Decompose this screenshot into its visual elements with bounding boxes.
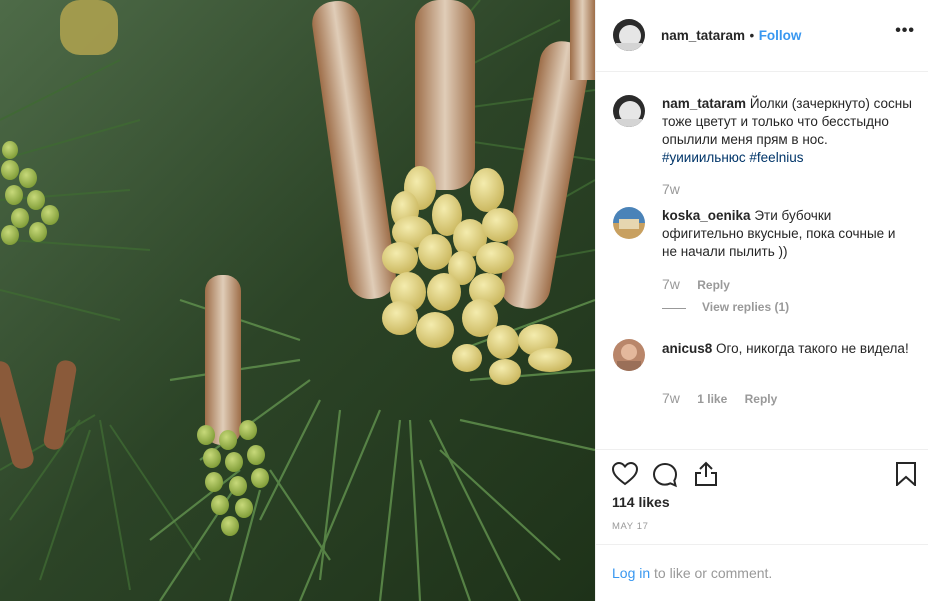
comment-likes-button[interactable]: 1 like [697, 392, 727, 406]
comment-meta: 7w 1 like Reply [662, 390, 791, 406]
more-options-icon[interactable]: ••• [895, 22, 915, 40]
comment-time[interactable]: 7w [662, 390, 680, 406]
post-header: nam_tataram • Follow ••• [596, 0, 928, 72]
likes-count[interactable]: 114 likes [612, 494, 670, 510]
comment-username[interactable]: anicus8 [662, 341, 712, 356]
avatar[interactable] [613, 19, 645, 51]
login-text: to like or comment. [654, 565, 773, 581]
avatar[interactable] [613, 207, 645, 239]
follow-button[interactable]: Follow [759, 28, 802, 43]
comment-hashtags[interactable]: #уиииильнюс #feelnius [662, 150, 803, 165]
view-replies: View replies (1) [702, 300, 803, 314]
post-date[interactable]: MAY 17 [612, 521, 649, 532]
avatar-image [613, 95, 645, 127]
comment-username[interactable]: koska_oenika [662, 208, 751, 223]
login-prompt: Log in to like or comment. [596, 544, 928, 602]
avatar-image [613, 19, 645, 51]
post-sidebar: nam_tataram • Follow ••• nam_tataram Йол… [595, 0, 928, 601]
heart-icon[interactable] [611, 461, 639, 491]
comment-body: anicus8 Ого, никогда такого не видела! [662, 340, 912, 358]
separator-dot: • [749, 28, 755, 43]
login-link[interactable]: Log in [612, 565, 650, 581]
avatar[interactable] [613, 339, 645, 371]
comment-icon[interactable] [652, 462, 678, 493]
comment-body: koska_oenika Эти бубочки офигительно вку… [662, 207, 912, 261]
comment-time[interactable]: 7w [662, 181, 680, 197]
pine-flower-image [0, 0, 595, 601]
share-icon[interactable] [694, 461, 718, 492]
reply-button[interactable]: Reply [697, 278, 730, 292]
comment-text: Ого, никогда такого не видела! [716, 341, 909, 356]
comment-body: nam_tataram Йолки (зачеркнуто) сосны тож… [662, 95, 912, 167]
post-author-username[interactable]: nam_tataram [661, 28, 745, 43]
bookmark-icon[interactable] [896, 462, 916, 491]
comment-time[interactable]: 7w [662, 276, 680, 292]
comment-meta: 7w Reply [662, 276, 744, 292]
post-photo[interactable] [0, 0, 595, 601]
instagram-post: nam_tataram • Follow ••• nam_tataram Йол… [0, 0, 928, 601]
view-replies-button[interactable]: View replies (1) [702, 300, 789, 314]
reply-button[interactable]: Reply [745, 392, 778, 406]
comment-username[interactable]: nam_tataram [662, 96, 746, 111]
avatar[interactable] [613, 95, 645, 127]
comment-meta: 7w [662, 181, 694, 197]
avatar-image [613, 207, 645, 239]
replies-divider [662, 308, 686, 309]
avatar-image [613, 339, 645, 371]
